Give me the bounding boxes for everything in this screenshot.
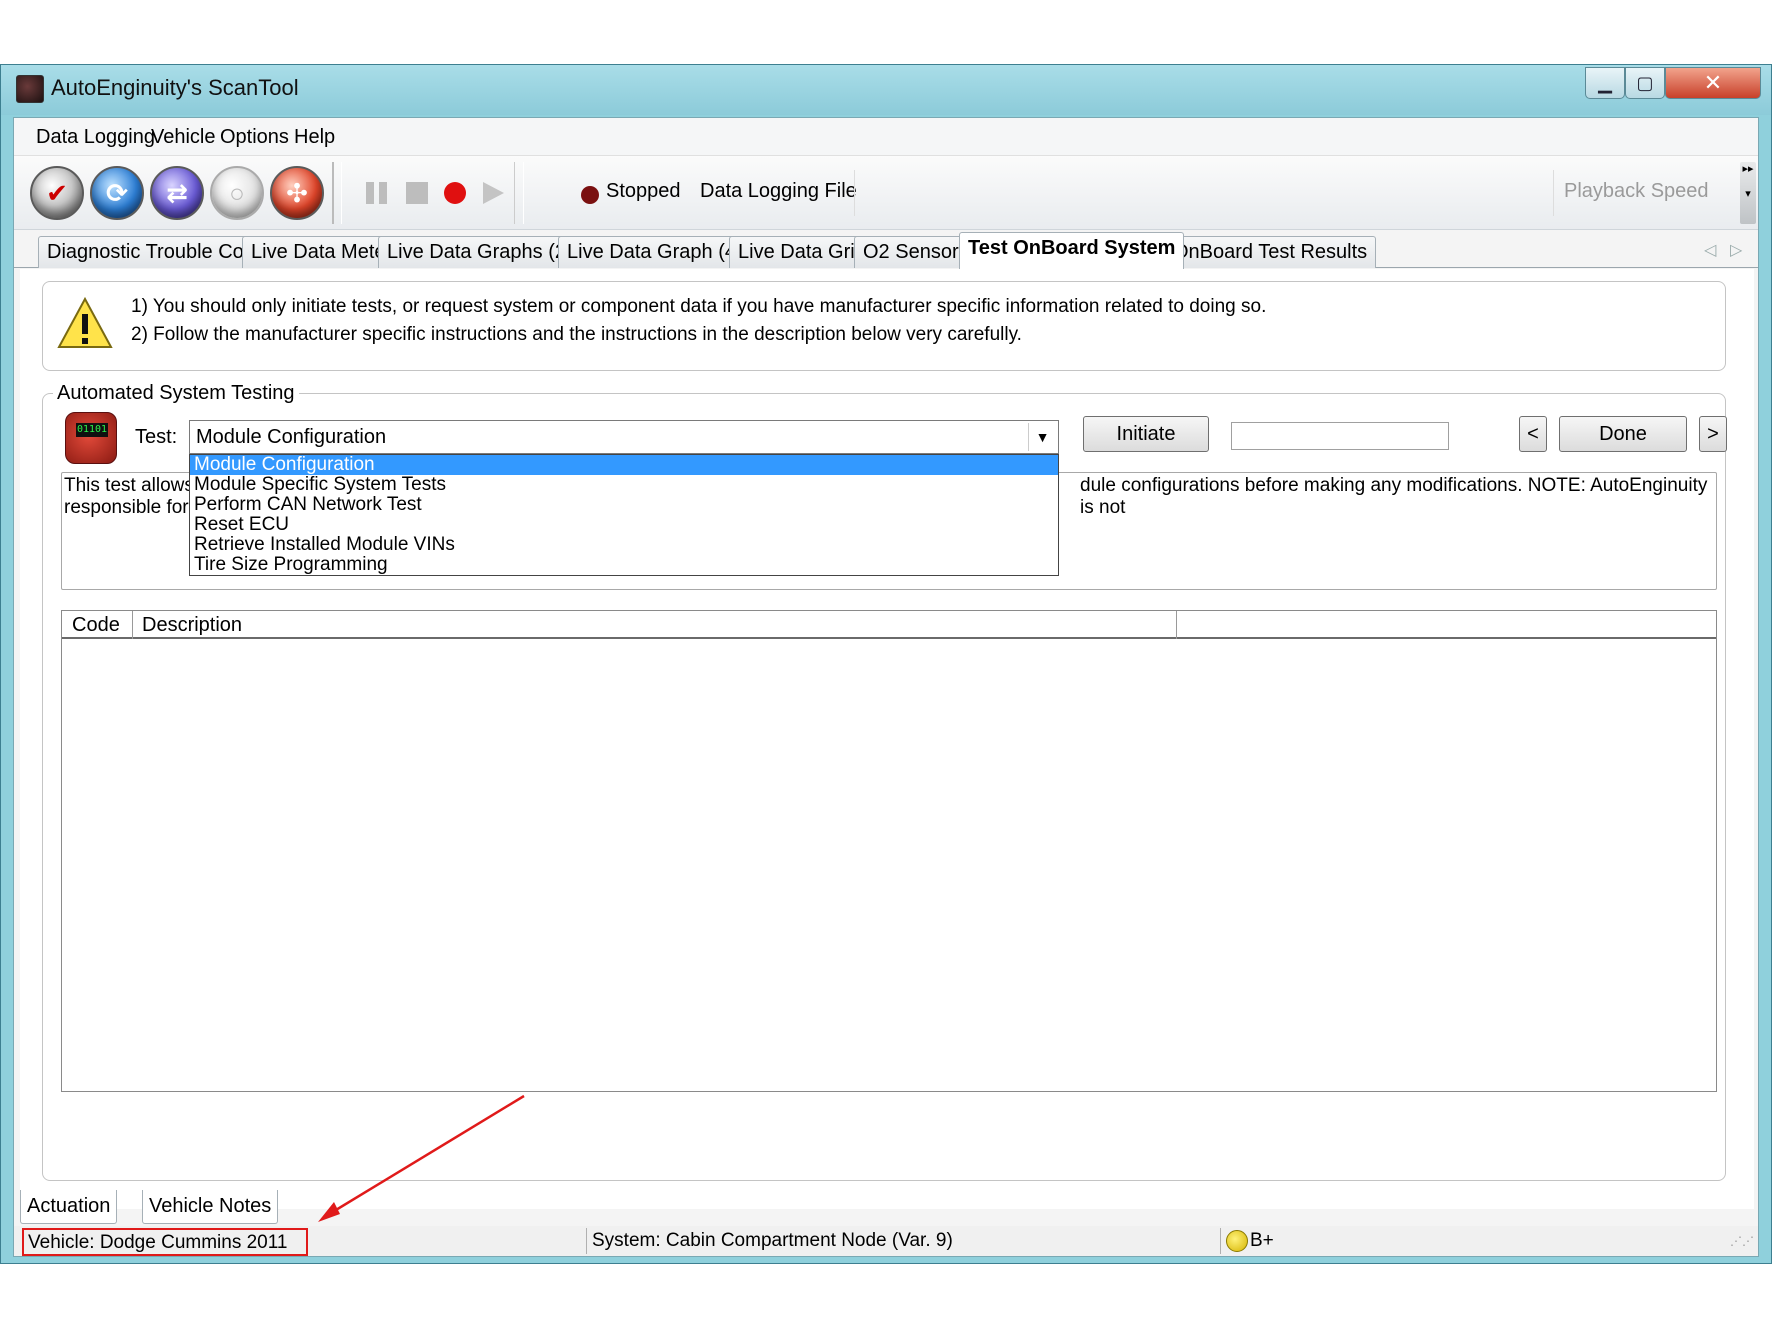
column-code[interactable]: Code [72,614,120,637]
description-left-line-1: This test allows t [64,475,196,496]
sync-icon[interactable]: ⇄ [150,166,204,220]
warning-icon [57,296,113,348]
dropdown-arrow-icon[interactable]: ▼ [1028,423,1056,451]
description-left-line-2: responsible for a [64,497,196,518]
status-bar: Vehicle: Dodge Cummins 2011 System: Cabi… [14,1226,1758,1256]
dropdown-option[interactable]: Perform CAN Network Test [190,495,1058,515]
bottom-tabs: Actuation Vehicle Notes [14,1190,1758,1224]
stop-icon[interactable] [404,180,430,206]
done-button[interactable]: Done [1559,416,1687,452]
initiate-button[interactable]: Initiate [1083,416,1209,452]
status-separator [586,1228,587,1254]
vehicle-status: Vehicle: Dodge Cummins 2011 [22,1228,308,1256]
logging-status: Stopped [606,180,681,202]
tab-scroll-right-icon[interactable]: ▷ [1730,240,1742,260]
data-logging-file-label: Data Logging File [700,180,857,202]
toolbar-separator [514,162,524,224]
tab-scroll-left-icon[interactable]: ◁ [1704,240,1716,260]
warning-line-2: 2) Follow the manufacturer specific inst… [131,324,1022,345]
title-bar: AutoEnginuity's ScanTool ▁ ▢ ✕ [1,65,1771,115]
lifebuoy-icon[interactable]: ✣ [270,166,324,220]
window-title: AutoEnginuity's ScanTool [51,75,299,100]
status-indicator-icon [581,186,599,204]
warning-line-1: 1) You should only initiate tests, or re… [131,296,1267,317]
tab-live-data-grid[interactable]: Live Data Grid [729,236,875,268]
system-status: System: Cabin Compartment Node (Var. 9) [592,1230,953,1251]
refresh-icon[interactable]: ⟳ [90,166,144,220]
tab-onboard-test-results[interactable]: OnBoard Test Results [1164,236,1377,268]
dropdown-option[interactable]: Retrieve Installed Module VINs [190,535,1058,555]
module-icon: 01101 [65,412,117,464]
pause-icon[interactable] [364,180,390,206]
disabled-action-icon: ○ [210,166,264,220]
column-divider[interactable] [132,611,133,639]
dropdown-option[interactable]: Tire Size Programming [190,555,1058,575]
automated-system-testing-group: Automated System Testing 01101 Test: Mod… [42,382,1727,1181]
test-select[interactable]: Module Configuration ▼ [189,420,1059,454]
test-onboard-panel: 1) You should only initiate tests, or re… [20,269,1754,1209]
menu-help[interactable]: Help [294,126,335,149]
app-window: AutoEnginuity's ScanTool ▁ ▢ ✕ Data Logg… [0,64,1772,1264]
close-button[interactable]: ✕ [1665,67,1761,99]
warning-box: 1) You should only initiate tests, or re… [42,281,1726,371]
dropdown-option[interactable]: Module Specific System Tests [190,475,1058,495]
main-tabs: Diagnostic Trouble Codes Live Data Meter… [14,232,1758,269]
maximize-button[interactable]: ▢ [1625,67,1665,99]
description-right: dule configurations before making any mo… [1080,475,1708,518]
menu-bar: Data Logging Vehicle Options Help [14,118,1758,156]
results-table: Code Description [61,610,1717,1092]
play-icon[interactable] [480,180,506,206]
toolbar-overflow-icon[interactable]: ▸▸ ▾ [1740,162,1756,224]
playback-speed-label: Playback Speed [1564,180,1709,202]
status-separator [1220,1228,1221,1254]
tab-actuation[interactable]: Actuation [20,1190,118,1224]
toolbar: ✔ ⟳ ⇄ ○ ✣ Stopped Data Logging File Play… [14,156,1758,230]
group-title: Automated System Testing [53,382,299,405]
tab-vehicle-notes[interactable]: Vehicle Notes [142,1190,279,1224]
menu-vehicle[interactable]: Vehicle [151,126,216,149]
minimize-button[interactable]: ▁ [1585,67,1625,99]
battery-indicator-icon [1226,1230,1248,1252]
previous-button[interactable]: < [1519,416,1547,452]
table-header: Code Description [62,611,1716,639]
battery-status: B+ [1250,1230,1274,1251]
resize-grip-icon[interactable]: ⋰⋰ [1730,1234,1754,1248]
test-dropdown-list: Module Configuration Module Specific Sys… [189,454,1059,576]
toolbar-grip [332,162,342,224]
description-left: This test allows t responsible for a [64,475,196,521]
dropdown-option[interactable]: Reset ECU [190,515,1058,535]
column-description[interactable]: Description [142,614,242,637]
data-logging-file-field[interactable] [854,170,1554,216]
tab-test-onboard-system[interactable]: Test OnBoard System [959,232,1185,269]
client-area: Data Logging Vehicle Options Help ✔ ⟳ ⇄ … [13,117,1759,1257]
dropdown-option[interactable]: Module Configuration [190,455,1058,475]
next-button[interactable]: > [1699,416,1727,452]
record-icon[interactable] [442,180,468,206]
check-icon[interactable]: ✔ [30,166,84,220]
menu-options[interactable]: Options [220,126,289,149]
test-select-value: Module Configuration [196,426,387,448]
menu-data-logging[interactable]: Data Logging [36,126,155,149]
test-status-field [1231,422,1449,450]
test-label: Test: [135,426,178,448]
app-icon [16,75,44,103]
module-icon-text: 01101 [76,423,108,437]
column-divider[interactable] [1176,611,1177,639]
